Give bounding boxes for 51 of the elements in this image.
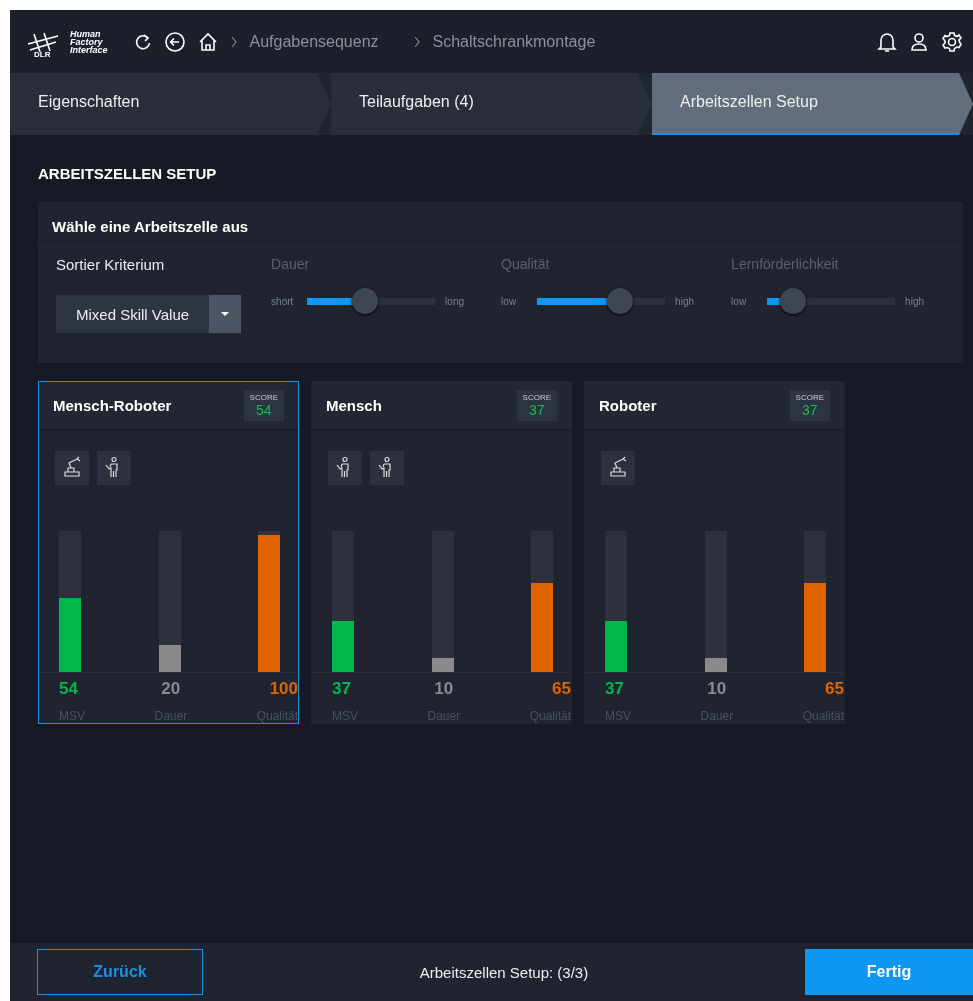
- logo-text: Human: [70, 29, 101, 38]
- logo-mark: DLR: [34, 49, 51, 59]
- logo-text: Interface: [70, 45, 108, 54]
- card-title: Roboter: [599, 397, 657, 414]
- bar-value: 10: [707, 679, 727, 699]
- settings-icon[interactable]: [941, 30, 963, 53]
- chevron-icon: [412, 35, 421, 48]
- slider-min-label: short: [271, 295, 295, 307]
- sort-dropdown[interactable]: Mixed Skill Value: [56, 295, 242, 333]
- slider-min-label: low: [731, 295, 748, 307]
- slider-thumb[interactable]: [351, 288, 378, 314]
- notification-icon[interactable]: [877, 30, 897, 53]
- score-badge: SCORE 37: [789, 390, 830, 421]
- slider-max-label: high: [905, 295, 925, 307]
- slider-max-label: high: [675, 295, 695, 307]
- sort-label: Sortier Kriterium: [56, 256, 166, 273]
- bar-value: 65: [825, 679, 844, 699]
- card-title: Mensch-Roboter: [53, 397, 172, 414]
- slider-label: Dauer: [271, 256, 311, 272]
- breadcrumb-link[interactable]: Aufgabensequenz: [249, 32, 379, 51]
- logo-text: Factory: [70, 37, 103, 46]
- back-button[interactable]: Zurück: [37, 949, 203, 995]
- step-tab[interactable]: Teilaufgaben (4): [331, 73, 652, 135]
- bar-value: 10: [434, 679, 454, 699]
- slider-label: Qualität: [501, 256, 551, 272]
- card-title: Mensch: [326, 397, 382, 414]
- slider-min-label: low: [501, 295, 518, 307]
- bar-value: 65: [552, 679, 571, 699]
- section-title: ARBEITSZELLEN SETUP: [38, 165, 218, 182]
- slider-max-label: long: [445, 295, 465, 307]
- chevron-icon: [229, 35, 238, 48]
- step-tab[interactable]: Arbeitszellen Setup: [652, 73, 973, 135]
- score-badge: SCORE 54: [243, 390, 284, 421]
- back-icon[interactable]: [163, 30, 186, 53]
- bar-value: 100: [269, 679, 298, 699]
- caret-icon: [220, 311, 231, 317]
- panel-title: Wähle eine Arbeitszelle aus: [38, 202, 963, 242]
- user-icon[interactable]: [909, 31, 929, 52]
- bar-value: 37: [605, 679, 624, 699]
- bar-value: 54: [59, 679, 78, 699]
- slider-label: Lernförderlichkeit: [731, 256, 840, 272]
- status-text: Arbeitszellen Setup: (3/3): [419, 963, 589, 981]
- step-tab[interactable]: Eigenschaften: [10, 73, 331, 135]
- breadcrumb-link[interactable]: Schaltschrankmontage: [432, 32, 596, 51]
- slider-thumb[interactable]: [607, 288, 634, 314]
- score-badge: SCORE 37: [516, 390, 557, 421]
- slider-thumb[interactable]: [779, 288, 806, 314]
- refresh-icon[interactable]: [133, 32, 152, 51]
- bar-value: 20: [161, 679, 181, 699]
- home-icon[interactable]: [197, 31, 218, 52]
- bar-value: 37: [332, 679, 351, 699]
